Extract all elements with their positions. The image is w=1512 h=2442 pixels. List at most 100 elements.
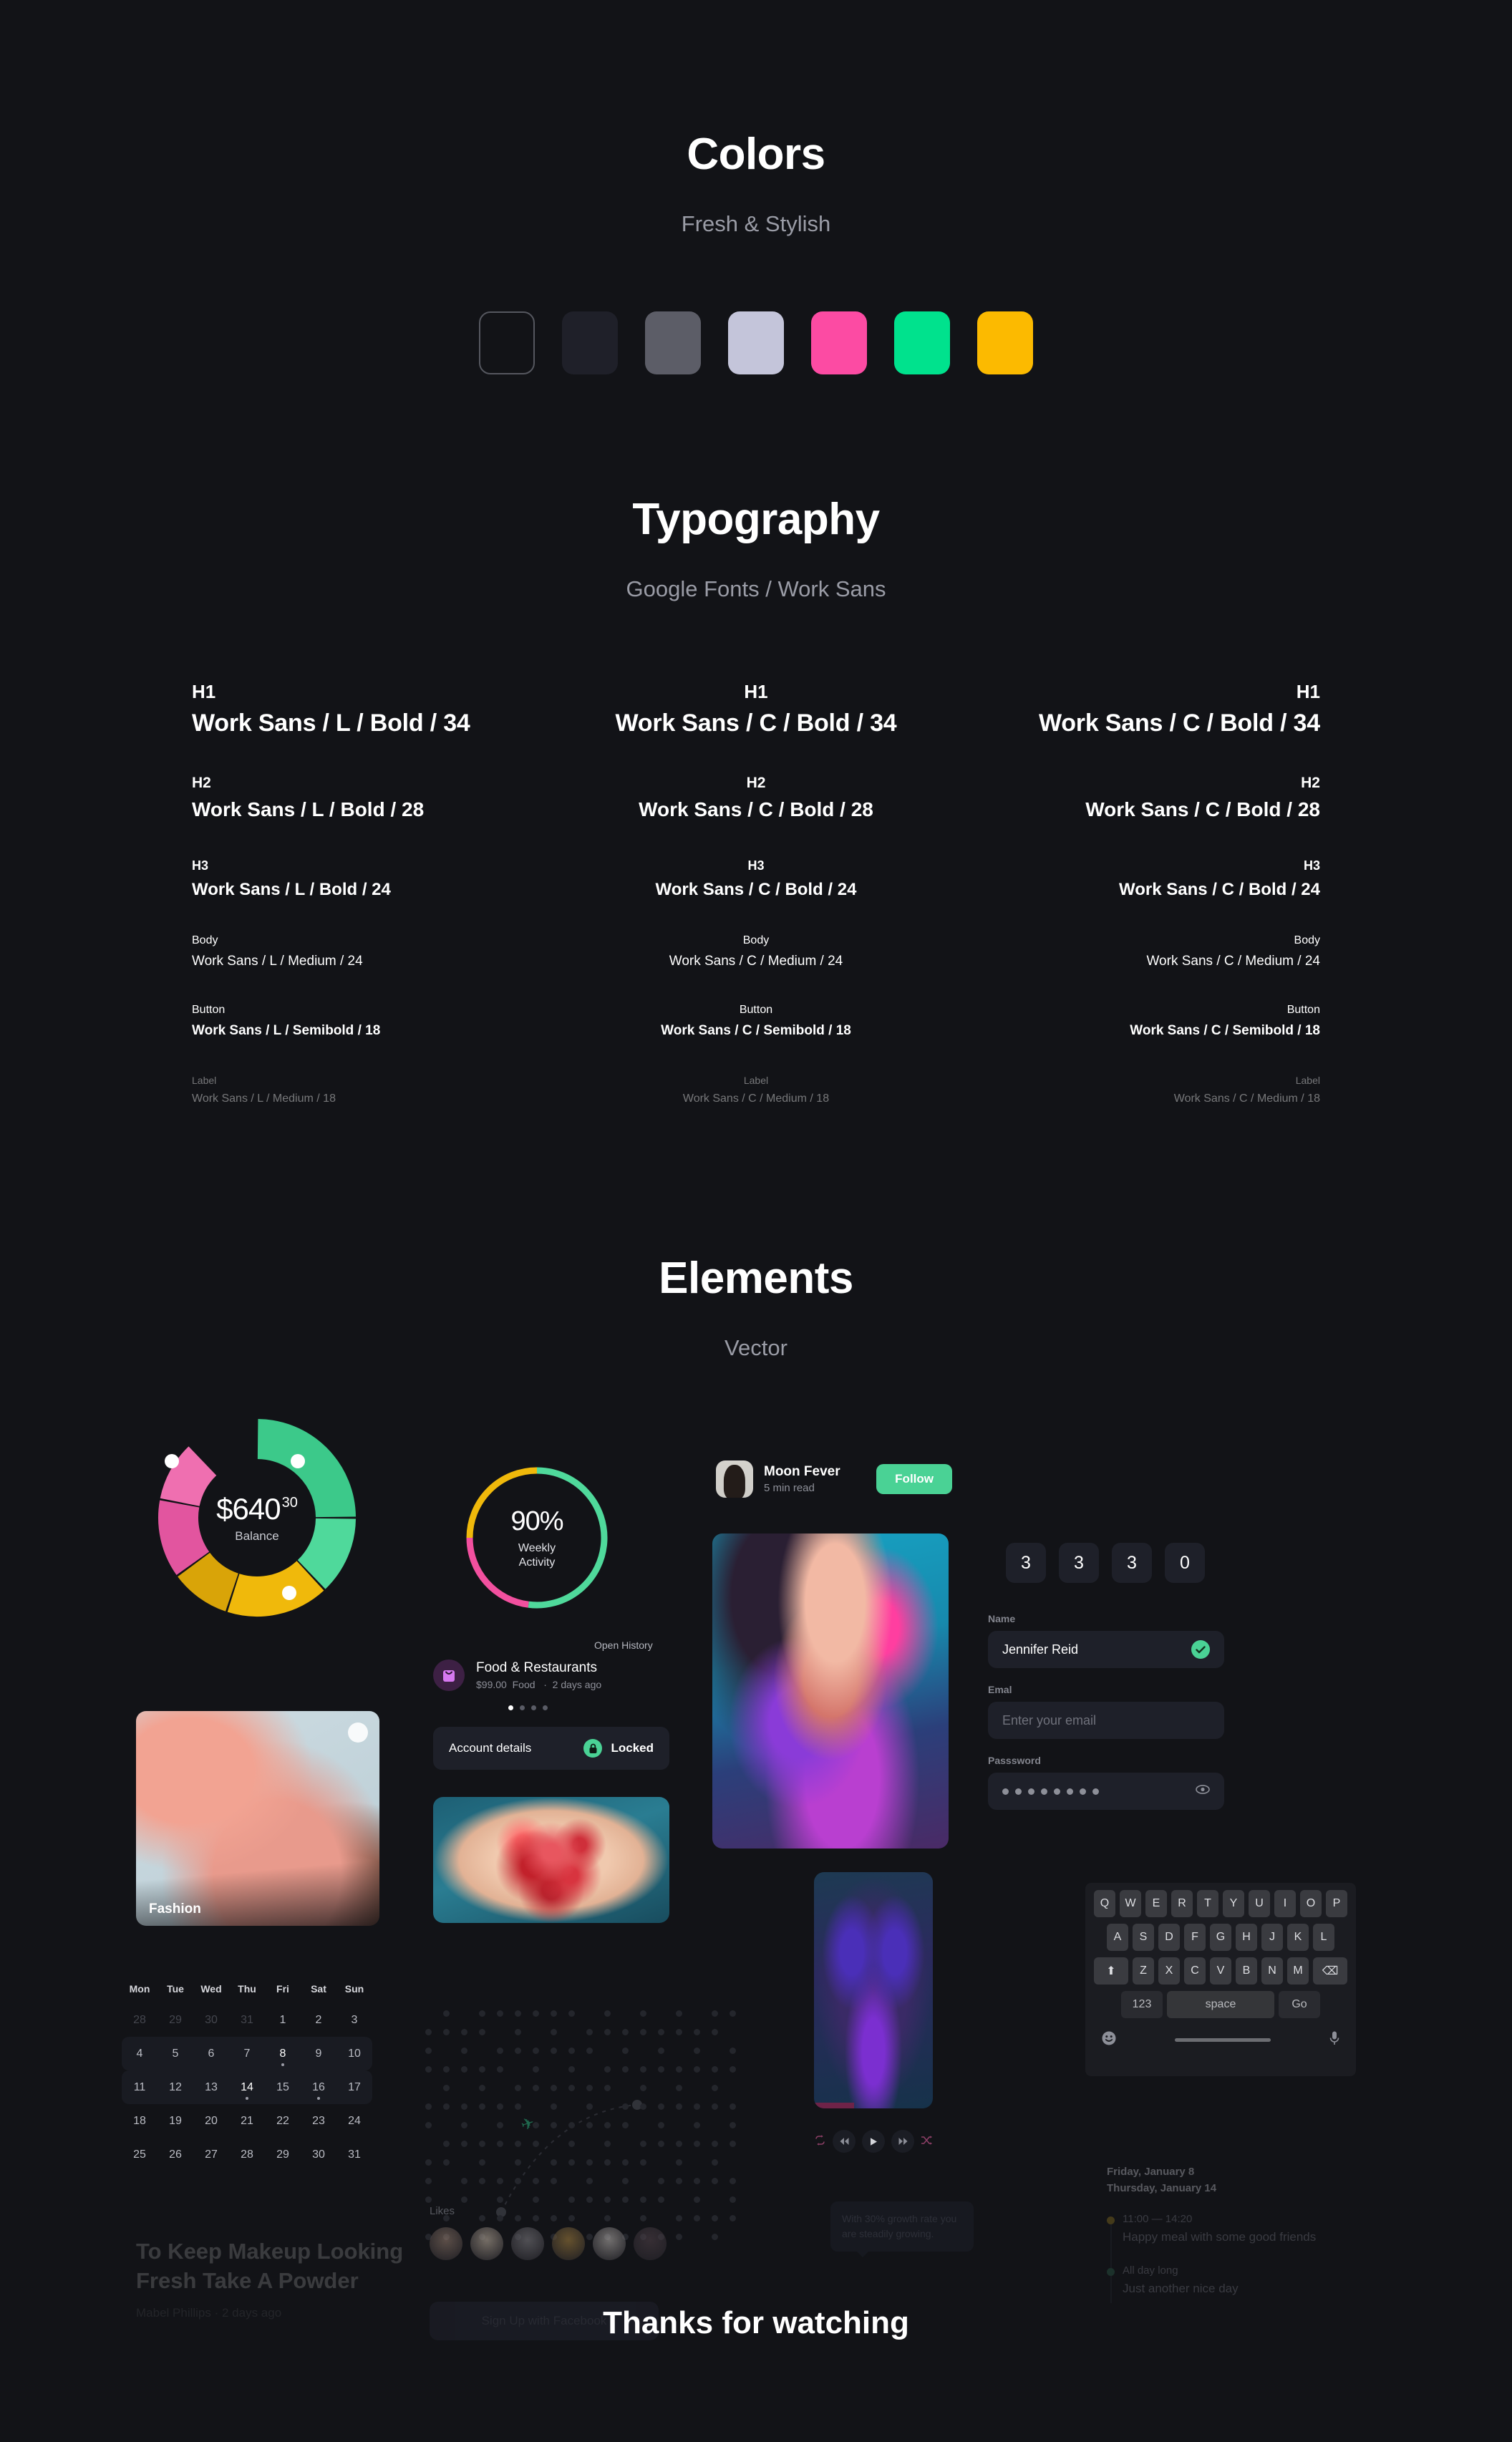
calendar-day-14[interactable]: 14 [229, 2070, 265, 2104]
keyboard-row-3[interactable]: ⬆ Z X C V B N M ⌫ [1091, 1957, 1350, 1985]
key-x[interactable]: X [1158, 1957, 1180, 1985]
lipstick-image-card[interactable] [433, 1797, 669, 1923]
key-u[interactable]: U [1249, 1890, 1270, 1917]
calendar-day-31[interactable]: 31 [336, 2138, 372, 2171]
keyboard-row-1[interactable]: QWERTYUIOP [1091, 1890, 1350, 1917]
like-avatar[interactable] [634, 2227, 667, 2260]
key-s[interactable]: S [1133, 1924, 1154, 1951]
eye-icon[interactable] [1196, 1785, 1210, 1798]
key-k[interactable]: K [1287, 1924, 1309, 1951]
calendar-day-29[interactable]: 29 [265, 2138, 301, 2171]
fashion-image-card[interactable]: Fashion [136, 1711, 379, 1926]
donut-knob-bottom[interactable] [282, 1586, 296, 1600]
like-avatar[interactable] [430, 2227, 462, 2260]
key-c[interactable]: C [1184, 1957, 1206, 1985]
key-h[interactable]: H [1236, 1924, 1257, 1951]
calendar-day-7[interactable]: 7 [229, 2037, 265, 2070]
calendar-day-9[interactable]: 9 [301, 2037, 336, 2070]
carousel-dot[interactable] [531, 1705, 536, 1710]
playback-progress-bar[interactable] [814, 2103, 855, 2108]
calendar-day-31[interactable]: 31 [229, 2003, 265, 2037]
keyboard-row-4[interactable]: 123 space Go [1091, 1991, 1350, 2018]
otp-digit-4[interactable]: 0 [1165, 1543, 1205, 1583]
key-z[interactable]: Z [1133, 1957, 1154, 1985]
calendar-day-3[interactable]: 3 [336, 2003, 372, 2037]
calendar-day-8[interactable]: 8 [265, 2037, 301, 2070]
key-backspace[interactable]: ⌫ [1313, 1957, 1347, 1985]
player-controls[interactable] [814, 2130, 933, 2153]
key-numbers[interactable]: 123 [1121, 1991, 1163, 2018]
emoji-icon[interactable] [1101, 2030, 1117, 2050]
bookmark-button[interactable] [348, 1723, 368, 1743]
calendar-day-5[interactable]: 5 [158, 2037, 193, 2070]
fast-forward-icon[interactable] [891, 2130, 914, 2153]
calendar-day-16[interactable]: 16 [301, 2070, 336, 2104]
play-icon[interactable] [862, 2130, 885, 2153]
key-e[interactable]: E [1145, 1890, 1167, 1917]
repeat-icon[interactable] [814, 2134, 826, 2148]
calendar-day-24[interactable]: 24 [336, 2104, 372, 2138]
calendar-day-4[interactable]: 4 [122, 2037, 158, 2070]
calendar-day-30[interactable]: 30 [301, 2138, 336, 2171]
schedule-item[interactable]: All day long Just another nice day [1107, 2264, 1407, 2296]
key-a[interactable]: A [1107, 1924, 1128, 1951]
schedule-item[interactable]: 11:00 — 14:20 Happy meal with some good f… [1107, 2213, 1407, 2244]
key-n[interactable]: N [1261, 1957, 1283, 1985]
open-history-link[interactable]: Open History [594, 1639, 653, 1651]
like-avatar[interactable] [511, 2227, 544, 2260]
calendar-day-20[interactable]: 20 [193, 2104, 229, 2138]
otp-digit-3[interactable]: 3 [1112, 1543, 1152, 1583]
keyboard-row-2[interactable]: ASDFGHJKL [1091, 1924, 1350, 1951]
key-d[interactable]: D [1158, 1924, 1180, 1951]
key-f[interactable]: F [1184, 1924, 1206, 1951]
calendar-day-11[interactable]: 11 [122, 2070, 158, 2104]
key-w[interactable]: W [1120, 1890, 1141, 1917]
calendar-day-22[interactable]: 22 [265, 2104, 301, 2138]
key-b[interactable]: B [1236, 1957, 1257, 1985]
calendar-day-10[interactable]: 10 [336, 2037, 372, 2070]
key-v[interactable]: V [1210, 1957, 1231, 1985]
carousel-dot[interactable] [543, 1705, 548, 1710]
like-avatar[interactable] [552, 2227, 585, 2260]
key-l[interactable]: L [1313, 1924, 1334, 1951]
key-p[interactable]: P [1326, 1890, 1347, 1917]
carousel-dot[interactable] [520, 1705, 525, 1710]
donut-knob-top-right[interactable] [291, 1454, 305, 1468]
calendar-day-21[interactable]: 21 [229, 2104, 265, 2138]
key-i[interactable]: I [1274, 1890, 1296, 1917]
key-t[interactable]: T [1197, 1890, 1218, 1917]
likes-avatar-list[interactable] [430, 2227, 716, 2260]
calendar-day-23[interactable]: 23 [301, 2104, 336, 2138]
calendar-day-19[interactable]: 19 [158, 2104, 193, 2138]
like-avatar[interactable] [470, 2227, 503, 2260]
microphone-icon[interactable] [1329, 2030, 1340, 2050]
key-m[interactable]: M [1287, 1957, 1309, 1985]
calendar-day-28[interactable]: 28 [229, 2138, 265, 2171]
password-field[interactable] [988, 1773, 1224, 1810]
like-avatar[interactable] [593, 2227, 626, 2260]
name-field[interactable]: Jennifer Reid [988, 1631, 1224, 1668]
key-r[interactable]: R [1171, 1890, 1193, 1917]
key-o[interactable]: O [1300, 1890, 1322, 1917]
calendar-day-2[interactable]: 2 [301, 2003, 336, 2037]
key-y[interactable]: Y [1223, 1890, 1244, 1917]
donut-knob-top-left[interactable] [165, 1454, 179, 1468]
calendar-day-27[interactable]: 27 [193, 2138, 229, 2171]
calendar-day-15[interactable]: 15 [265, 2070, 301, 2104]
follow-button[interactable]: Follow [876, 1464, 952, 1494]
calendar-day-18[interactable]: 18 [122, 2104, 158, 2138]
otp-input-row[interactable]: 3330 [1006, 1543, 1205, 1583]
rewind-icon[interactable] [833, 2130, 856, 2153]
transaction-row[interactable]: Food & Restaurants $99.00 Food · 2 days … [433, 1660, 669, 1691]
carousel-dots[interactable] [508, 1705, 548, 1710]
calendar-day-1[interactable]: 1 [265, 2003, 301, 2037]
calendar-day-26[interactable]: 26 [158, 2138, 193, 2171]
otp-digit-2[interactable]: 3 [1059, 1543, 1099, 1583]
key-g[interactable]: G [1210, 1924, 1231, 1951]
email-field[interactable]: Enter your email [988, 1702, 1224, 1739]
calendar-body[interactable]: 28 29 30 31 1 2 3 4 5 6 7 8 9 10 11 12 13 14 15 16 17 18 19 20 2… [122, 2003, 372, 2171]
carousel-dot[interactable] [508, 1705, 513, 1710]
otp-digit-1[interactable]: 3 [1006, 1543, 1046, 1583]
calendar-day-30[interactable]: 30 [193, 2003, 229, 2037]
calendar-day-6[interactable]: 6 [193, 2037, 229, 2070]
